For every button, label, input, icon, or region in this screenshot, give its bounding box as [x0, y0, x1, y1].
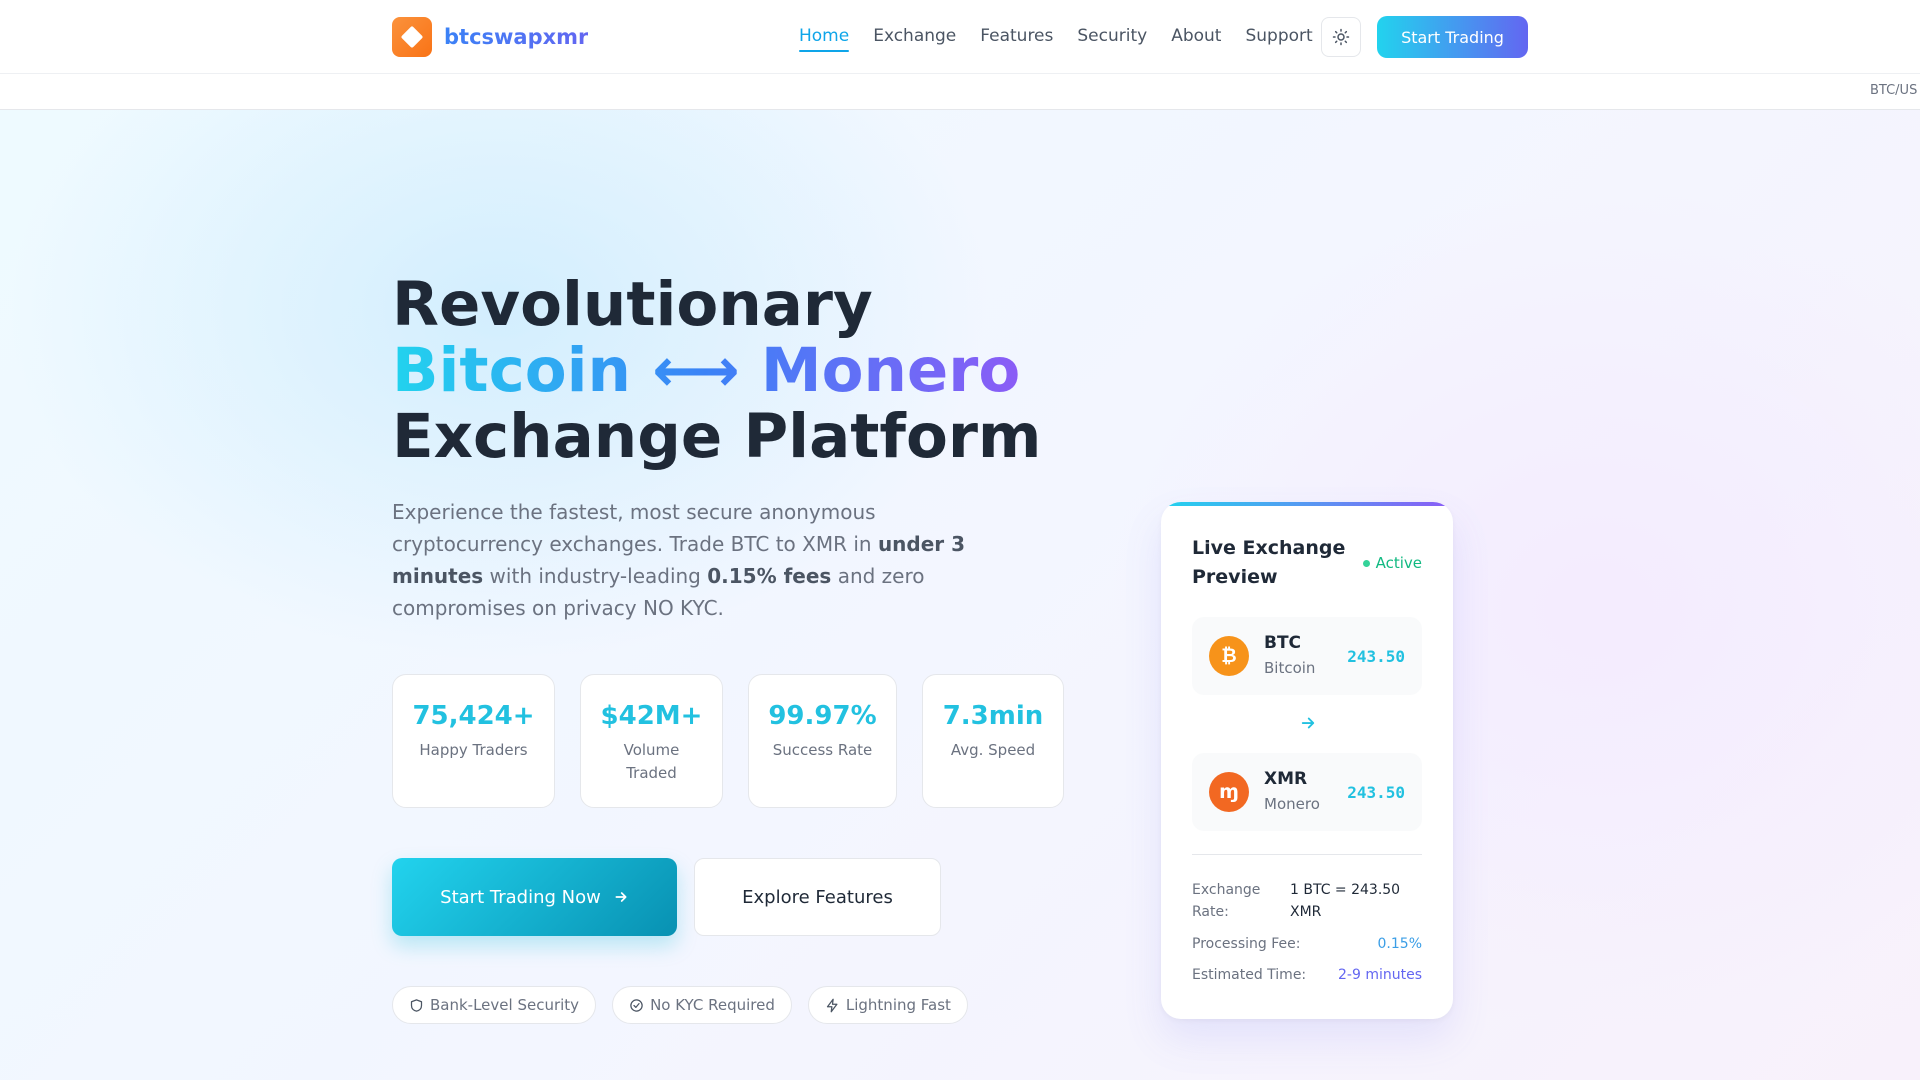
- brand-name: btcswapxmr: [444, 25, 589, 49]
- card-title: Live Exchange Preview: [1192, 537, 1346, 588]
- status-label: Active: [1375, 554, 1422, 572]
- logo-icon: [392, 17, 432, 57]
- nav-link-features[interactable]: Features: [980, 26, 1053, 52]
- status-badge: Active: [1362, 554, 1422, 572]
- coin-amount: 243.50: [1347, 783, 1405, 802]
- stat-label: Success Rate: [772, 741, 873, 759]
- coin-name: Monero: [1264, 795, 1320, 813]
- coin-amount: 243.50: [1347, 647, 1405, 666]
- trust-badges: Bank-Level Security No KYC Required Ligh…: [392, 986, 968, 1024]
- rate-label: Exchange Rate:: [1192, 882, 1261, 920]
- card-divider: [1192, 854, 1422, 855]
- stat-value: 75,424+: [412, 701, 535, 731]
- nav-link-home[interactable]: Home: [799, 26, 850, 52]
- ticker-item: BTC/US: [1870, 83, 1918, 98]
- headline-line-3: Exchange Platform: [392, 401, 1042, 472]
- nav-link-support[interactable]: Support: [1245, 26, 1312, 52]
- nav-link-security[interactable]: Security: [1077, 26, 1147, 52]
- price-ticker: BTC/US: [0, 74, 1920, 110]
- nav-links: Home Exchange Features Security About Su…: [799, 26, 1313, 52]
- headline-line-2: Bitcoin ⟷ Monero: [392, 335, 1021, 406]
- stat-card-volume: $42M+ Volume Traded: [580, 674, 723, 808]
- stat-card-success: 99.97% Success Rate: [748, 674, 897, 808]
- fee-label: Processing Fee:: [1192, 936, 1301, 952]
- nav-link-about[interactable]: About: [1171, 26, 1221, 52]
- badge-label: Lightning Fast: [845, 996, 951, 1014]
- headline-line-1: Revolutionary: [392, 269, 873, 340]
- from-coin-row: ₿ BTC Bitcoin 243.50: [1192, 617, 1422, 695]
- stat-label: Volume Traded: [623, 741, 680, 782]
- badge-label: No KYC Required: [650, 996, 775, 1014]
- nav-link-exchange[interactable]: Exchange: [873, 26, 956, 52]
- coin-name: Bitcoin: [1264, 659, 1316, 677]
- arrow-right-icon: [615, 892, 627, 902]
- navbar: btcswapxmr Home Exchange Features Securi…: [0, 0, 1920, 74]
- coin-symbol: BTC: [1264, 633, 1302, 653]
- badge-fast: Lightning Fast: [807, 986, 968, 1024]
- time-label: Estimated Time:: [1192, 967, 1307, 983]
- stat-card-speed: 7.3min Avg. Speed: [922, 674, 1064, 808]
- badge-security: Bank-Level Security: [392, 986, 597, 1024]
- check-circle-icon: [630, 998, 643, 1012]
- exchange-preview-card: Live Exchange Preview Active ₿ BTC Bitco…: [1161, 502, 1453, 1019]
- theme-toggle-button[interactable]: [1321, 17, 1361, 57]
- brand[interactable]: btcswapxmr: [392, 17, 588, 57]
- bitcoin-icon: ₿: [1209, 636, 1249, 676]
- arrow-right-icon: [1301, 717, 1315, 729]
- sun-icon: [1332, 28, 1350, 46]
- coin-symbol: XMR: [1264, 769, 1308, 789]
- rate-value: 1 BTC = 243.50 XMR: [1290, 882, 1401, 920]
- fee-value: 0.15%: [1377, 936, 1422, 952]
- hero-subtext: Experience the fastest, most secure anon…: [392, 500, 966, 620]
- hero-section: Revolutionary Bitcoin ⟷ Monero Exchange …: [0, 110, 1920, 1080]
- stat-card-traders: 75,424+ Happy Traders: [392, 674, 555, 808]
- to-coin-row: ɱ XMR Monero 243.50: [1192, 753, 1422, 831]
- time-value: 2-9 minutes: [1338, 967, 1422, 983]
- stat-value: 99.97%: [768, 701, 877, 731]
- stats-row: 75,424+ Happy Traders $42M+ Volume Trade…: [392, 674, 1064, 808]
- stat-label: Avg. Speed: [950, 741, 1036, 759]
- stat-value: $42M+: [600, 701, 703, 731]
- start-trading-now-label: Start Trading Now: [440, 886, 601, 908]
- status-dot-icon: [1362, 559, 1370, 567]
- start-trading-now-button[interactable]: Start Trading Now: [392, 858, 677, 936]
- hero-headline: Revolutionary Bitcoin ⟷ Monero Exchange …: [392, 272, 1092, 470]
- stat-value: 7.3min: [942, 701, 1044, 731]
- shield-icon: [410, 998, 423, 1012]
- start-trading-button[interactable]: Start Trading: [1377, 16, 1528, 58]
- badge-no-kyc: No KYC Required: [612, 986, 792, 1024]
- explore-features-button[interactable]: Explore Features: [694, 858, 941, 936]
- monero-icon: ɱ: [1209, 772, 1249, 812]
- lightning-icon: [826, 998, 838, 1012]
- stat-label: Happy Traders: [419, 741, 528, 759]
- fee-highlight: 0.15% fees: [707, 564, 832, 588]
- card-accent-bar: [1161, 502, 1453, 506]
- badge-label: Bank-Level Security: [430, 996, 580, 1014]
